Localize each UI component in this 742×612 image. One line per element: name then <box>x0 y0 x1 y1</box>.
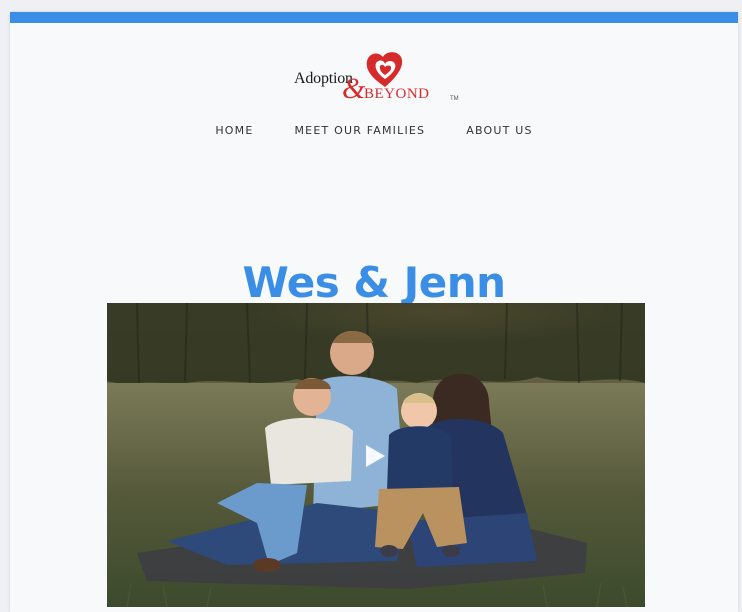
logo-word-beyond: BEYOND <box>364 86 430 102</box>
play-icon[interactable] <box>364 444 386 468</box>
adoption-beyond-logo[interactable]: Adoption & BEYOND TM <box>292 50 472 114</box>
family-video[interactable] <box>107 303 645 607</box>
accent-top-bar <box>10 12 738 23</box>
heart-logo-icon <box>366 52 403 87</box>
page-card: Adoption & BEYOND TM HOME MEET OUR FAMIL… <box>10 12 738 612</box>
logo-trademark: TM <box>450 96 459 102</box>
nav-meet-our-families[interactable]: MEET OUR FAMILIES <box>294 124 425 137</box>
logo-ampersand: & <box>342 72 366 105</box>
page-title: Wes & Jenn <box>242 258 506 308</box>
nav-about-us[interactable]: ABOUT US <box>466 124 532 137</box>
main-nav: HOME MEET OUR FAMILIES ABOUT US <box>10 124 738 137</box>
nav-home[interactable]: HOME <box>215 124 253 137</box>
